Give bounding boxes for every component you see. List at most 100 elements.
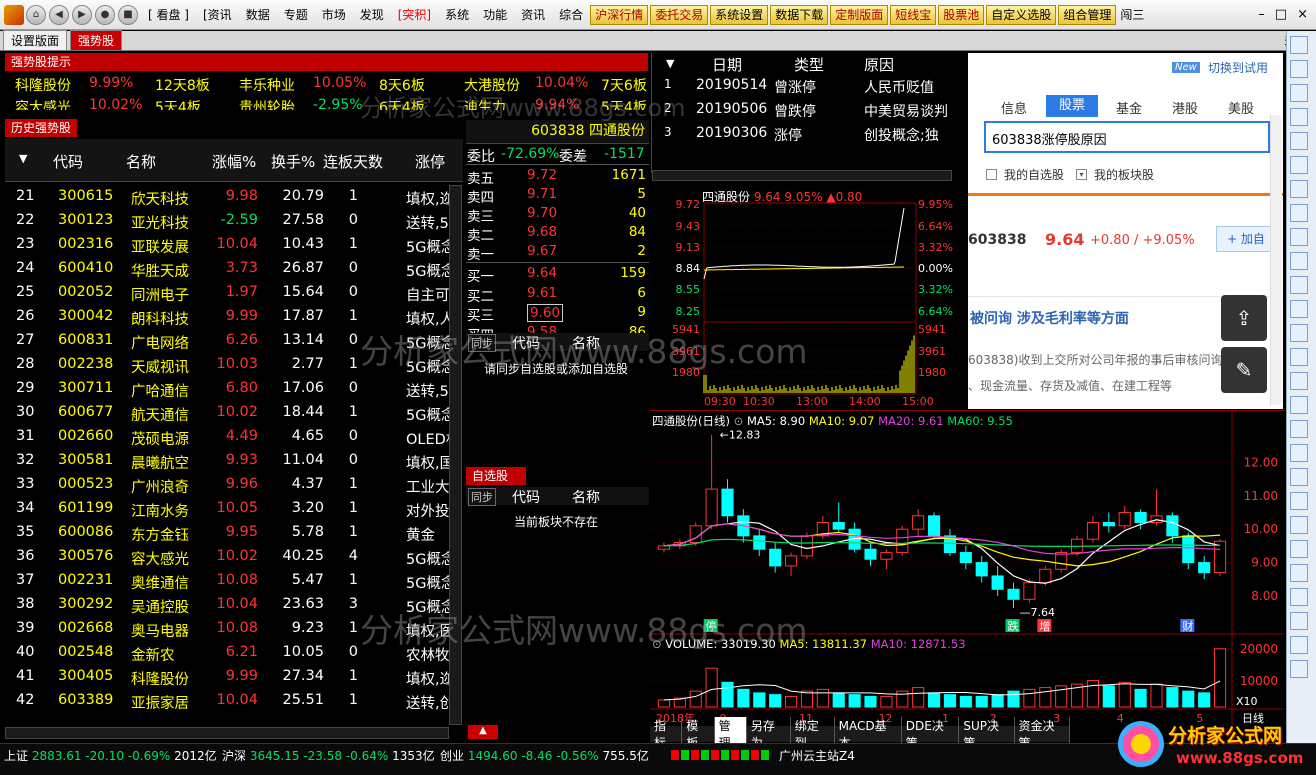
col-reason[interactable]: 涨停 — [415, 151, 445, 172]
menu-zonghe[interactable]: 综合 — [552, 6, 590, 23]
table-row[interactable]: 37 002231 奥维通信 10.08 5.47 1 5G概念 — [10, 568, 455, 592]
search-tab-funds[interactable]: 基金 — [1116, 98, 1142, 117]
forward-icon[interactable]: ▶ — [72, 4, 92, 25]
table-row[interactable]: 26 300042 朗科科技 9.99 17.87 1 填权,人 — [10, 304, 455, 328]
table-row[interactable]: 33 000523 广州浪奇 9.96 4.37 1 工业大 — [10, 472, 455, 496]
server-label[interactable]: 广州云主站Z4 — [779, 747, 855, 764]
table-row[interactable]: 41 300405 科隆股份 9.99 27.34 1 填权,迩 — [10, 664, 455, 688]
chart-line-icon[interactable] — [1290, 108, 1308, 126]
table-row[interactable]: 27 600831 广电网络 6.26 13.14 0 5G概念 — [10, 328, 455, 352]
chart-bar-icon[interactable] — [1290, 84, 1308, 102]
hint-name[interactable]: 丰乐种业 — [239, 75, 295, 95]
stock-pool-button[interactable]: 股票池 — [938, 4, 985, 25]
ask-row[interactable]: 卖五 9.72 1671 — [467, 166, 649, 187]
sort-arrow-icon[interactable]: ▼ — [19, 152, 27, 165]
menu-shuju[interactable]: 数据 — [239, 6, 277, 23]
settings-button[interactable]: 系统设置 — [710, 4, 769, 25]
back-icon[interactable]: ◀ — [49, 4, 69, 25]
blank-icon[interactable] — [1290, 36, 1308, 54]
alarm-icon[interactable] — [1290, 516, 1308, 534]
menu-more[interactable]: 闯三 — [1118, 6, 1146, 23]
bid-row[interactable]: 买二 9.61 6 — [467, 284, 649, 305]
menu-zixun2[interactable]: 资讯 — [514, 6, 552, 23]
quote-card[interactable]: 603838 9.64 +0.80 / +9.05% + 加自 — [968, 221, 1283, 261]
table-row[interactable]: 24 600410 华胜天成 3.73 26.87 0 5G概念 — [10, 256, 455, 280]
menu-faxian[interactable]: 发现 — [353, 6, 391, 23]
switch-trial-link[interactable]: 切换到试用 — [1208, 59, 1268, 76]
menu-tuji[interactable]: [突积] — [391, 6, 438, 23]
config-icon[interactable] — [1290, 492, 1308, 510]
search-input[interactable]: 603838涨停股原因 — [984, 121, 1270, 153]
search-tab-hk[interactable]: 港股 — [1172, 98, 1198, 117]
custom-select-button[interactable]: 自定义选股 — [986, 4, 1057, 25]
col-name[interactable]: 名称 — [126, 151, 156, 172]
tool-icon[interactable] — [1290, 636, 1308, 654]
menu-shichang[interactable]: 市场 — [315, 6, 353, 23]
col-turnover[interactable]: 换手% — [271, 151, 315, 172]
info-icon[interactable] — [1290, 612, 1308, 630]
checkbox-my-sectors[interactable]: ▾ — [1076, 169, 1087, 180]
trend-icon[interactable] — [1290, 132, 1308, 150]
table-row[interactable]: 29 300711 广哈通信 6.80 17.06 0 送转,5( — [10, 376, 455, 400]
web-icon[interactable] — [1290, 60, 1308, 78]
menu-xitong[interactable]: 系统 — [438, 6, 476, 23]
zixuan-sync-button[interactable]: 同步 — [468, 488, 496, 506]
search-tab-stocks[interactable]: 股票 — [1046, 95, 1098, 117]
table-row[interactable]: 38 300292 吴通控股 10.04 23.63 3 5G概念 — [10, 592, 455, 616]
table-row[interactable]: 40 002548 金新农 6.21 10.05 0 农林牧 — [10, 640, 455, 664]
portfolio-button[interactable]: 组合管理 — [1058, 4, 1117, 25]
bid-row[interactable]: 买三 9.60 9 — [467, 303, 649, 324]
ask-row[interactable]: 卖三 9.70 40 — [467, 204, 649, 225]
down-icon[interactable] — [1290, 396, 1308, 414]
tab-settings-layout[interactable]: 设置版面 — [3, 30, 68, 50]
table-row[interactable]: 25 002052 同洲电子 1.97 15.64 0 自主可 — [10, 280, 455, 304]
search-tab-info[interactable]: 信息 — [1001, 98, 1027, 117]
ask-row[interactable]: 卖一 9.67 2 — [467, 242, 649, 263]
table-row[interactable]: 30 600677 航天通信 10.02 18.44 1 5G概念 — [10, 400, 455, 424]
bid-row[interactable]: 买一 9.64 159 — [467, 264, 649, 285]
checkbox-my-stocks[interactable] — [986, 169, 997, 180]
col-pct[interactable]: 涨幅% — [212, 151, 256, 172]
gear-icon[interactable] — [1290, 252, 1308, 270]
table-row[interactable]: 22 300123 亚光科技 -2.59 27.58 0 送转,5( — [10, 208, 455, 232]
table-row[interactable]: 34 601199 江南水务 10.05 3.20 1 对外投 — [10, 496, 455, 520]
hint-name[interactable]: 科隆股份 — [15, 75, 71, 95]
lamp-icon[interactable] — [1290, 324, 1308, 342]
browser-vscroll[interactable] — [1270, 115, 1282, 405]
stop-icon[interactable]: ■ — [118, 4, 138, 25]
share-icon[interactable]: ⇪ — [1221, 295, 1267, 341]
ask-row[interactable]: 卖四 9.71 5 — [467, 185, 649, 206]
f10-icon[interactable] — [1290, 156, 1308, 174]
table-row[interactable]: 36 300576 容大感光 10.02 40.25 4 5G概念 — [10, 544, 455, 568]
data-icon[interactable] — [1290, 444, 1308, 462]
table-row[interactable]: 42 603389 亚振家居 10.04 25.51 1 送转,创 — [10, 688, 455, 712]
pen-icon[interactable] — [1290, 588, 1308, 606]
expand-up-icon[interactable]: ▲ — [468, 725, 498, 739]
menu-zhuanti[interactable]: 专题 — [277, 6, 315, 23]
menu-zixun[interactable]: [资讯 — [196, 6, 239, 23]
ask-row[interactable]: 卖二 9.68 84 — [467, 223, 649, 244]
doc-icon[interactable] — [1290, 204, 1308, 222]
table-row[interactable]: 39 002668 奥马电器 10.08 9.23 1 填权,医 — [10, 616, 455, 640]
table-row[interactable]: 32 300581 晨曦航空 9.93 11.04 0 填权,国 — [10, 448, 455, 472]
add-watchlist-button[interactable]: + 加自 — [1216, 226, 1276, 252]
history-vscroll[interactable] — [449, 185, 462, 725]
up-icon[interactable] — [1290, 372, 1308, 390]
table-row[interactable]: 28 002238 天威视讯 10.03 2.77 1 5G概念 — [10, 352, 455, 376]
list-icon[interactable] — [1290, 420, 1308, 438]
hint-name[interactable]: 贵州轮胎 — [239, 97, 295, 110]
hat-icon[interactable] — [1290, 564, 1308, 582]
hint-name[interactable]: 迪生力 — [464, 97, 506, 110]
hint-name[interactable]: 大港股份 — [464, 75, 520, 95]
maximize-icon[interactable]: □ — [1275, 7, 1287, 22]
hs-quote-button[interactable]: 沪深行情 — [590, 4, 649, 25]
events-hscroll[interactable] — [652, 170, 952, 181]
star-icon[interactable] — [1290, 228, 1308, 246]
f9-icon[interactable] — [1290, 180, 1308, 198]
table-row[interactable]: 31002660茂硕电源4.494.650OLED相 — [10, 424, 455, 448]
menu-kanpan[interactable]: [ 看盘 ] — [141, 6, 196, 23]
menu-gongneng[interactable]: 功能 — [476, 6, 514, 23]
tab-strong-stocks[interactable]: 强势股 — [70, 30, 123, 50]
history-hscroll[interactable] — [5, 727, 449, 739]
print-icon[interactable] — [1290, 660, 1308, 678]
